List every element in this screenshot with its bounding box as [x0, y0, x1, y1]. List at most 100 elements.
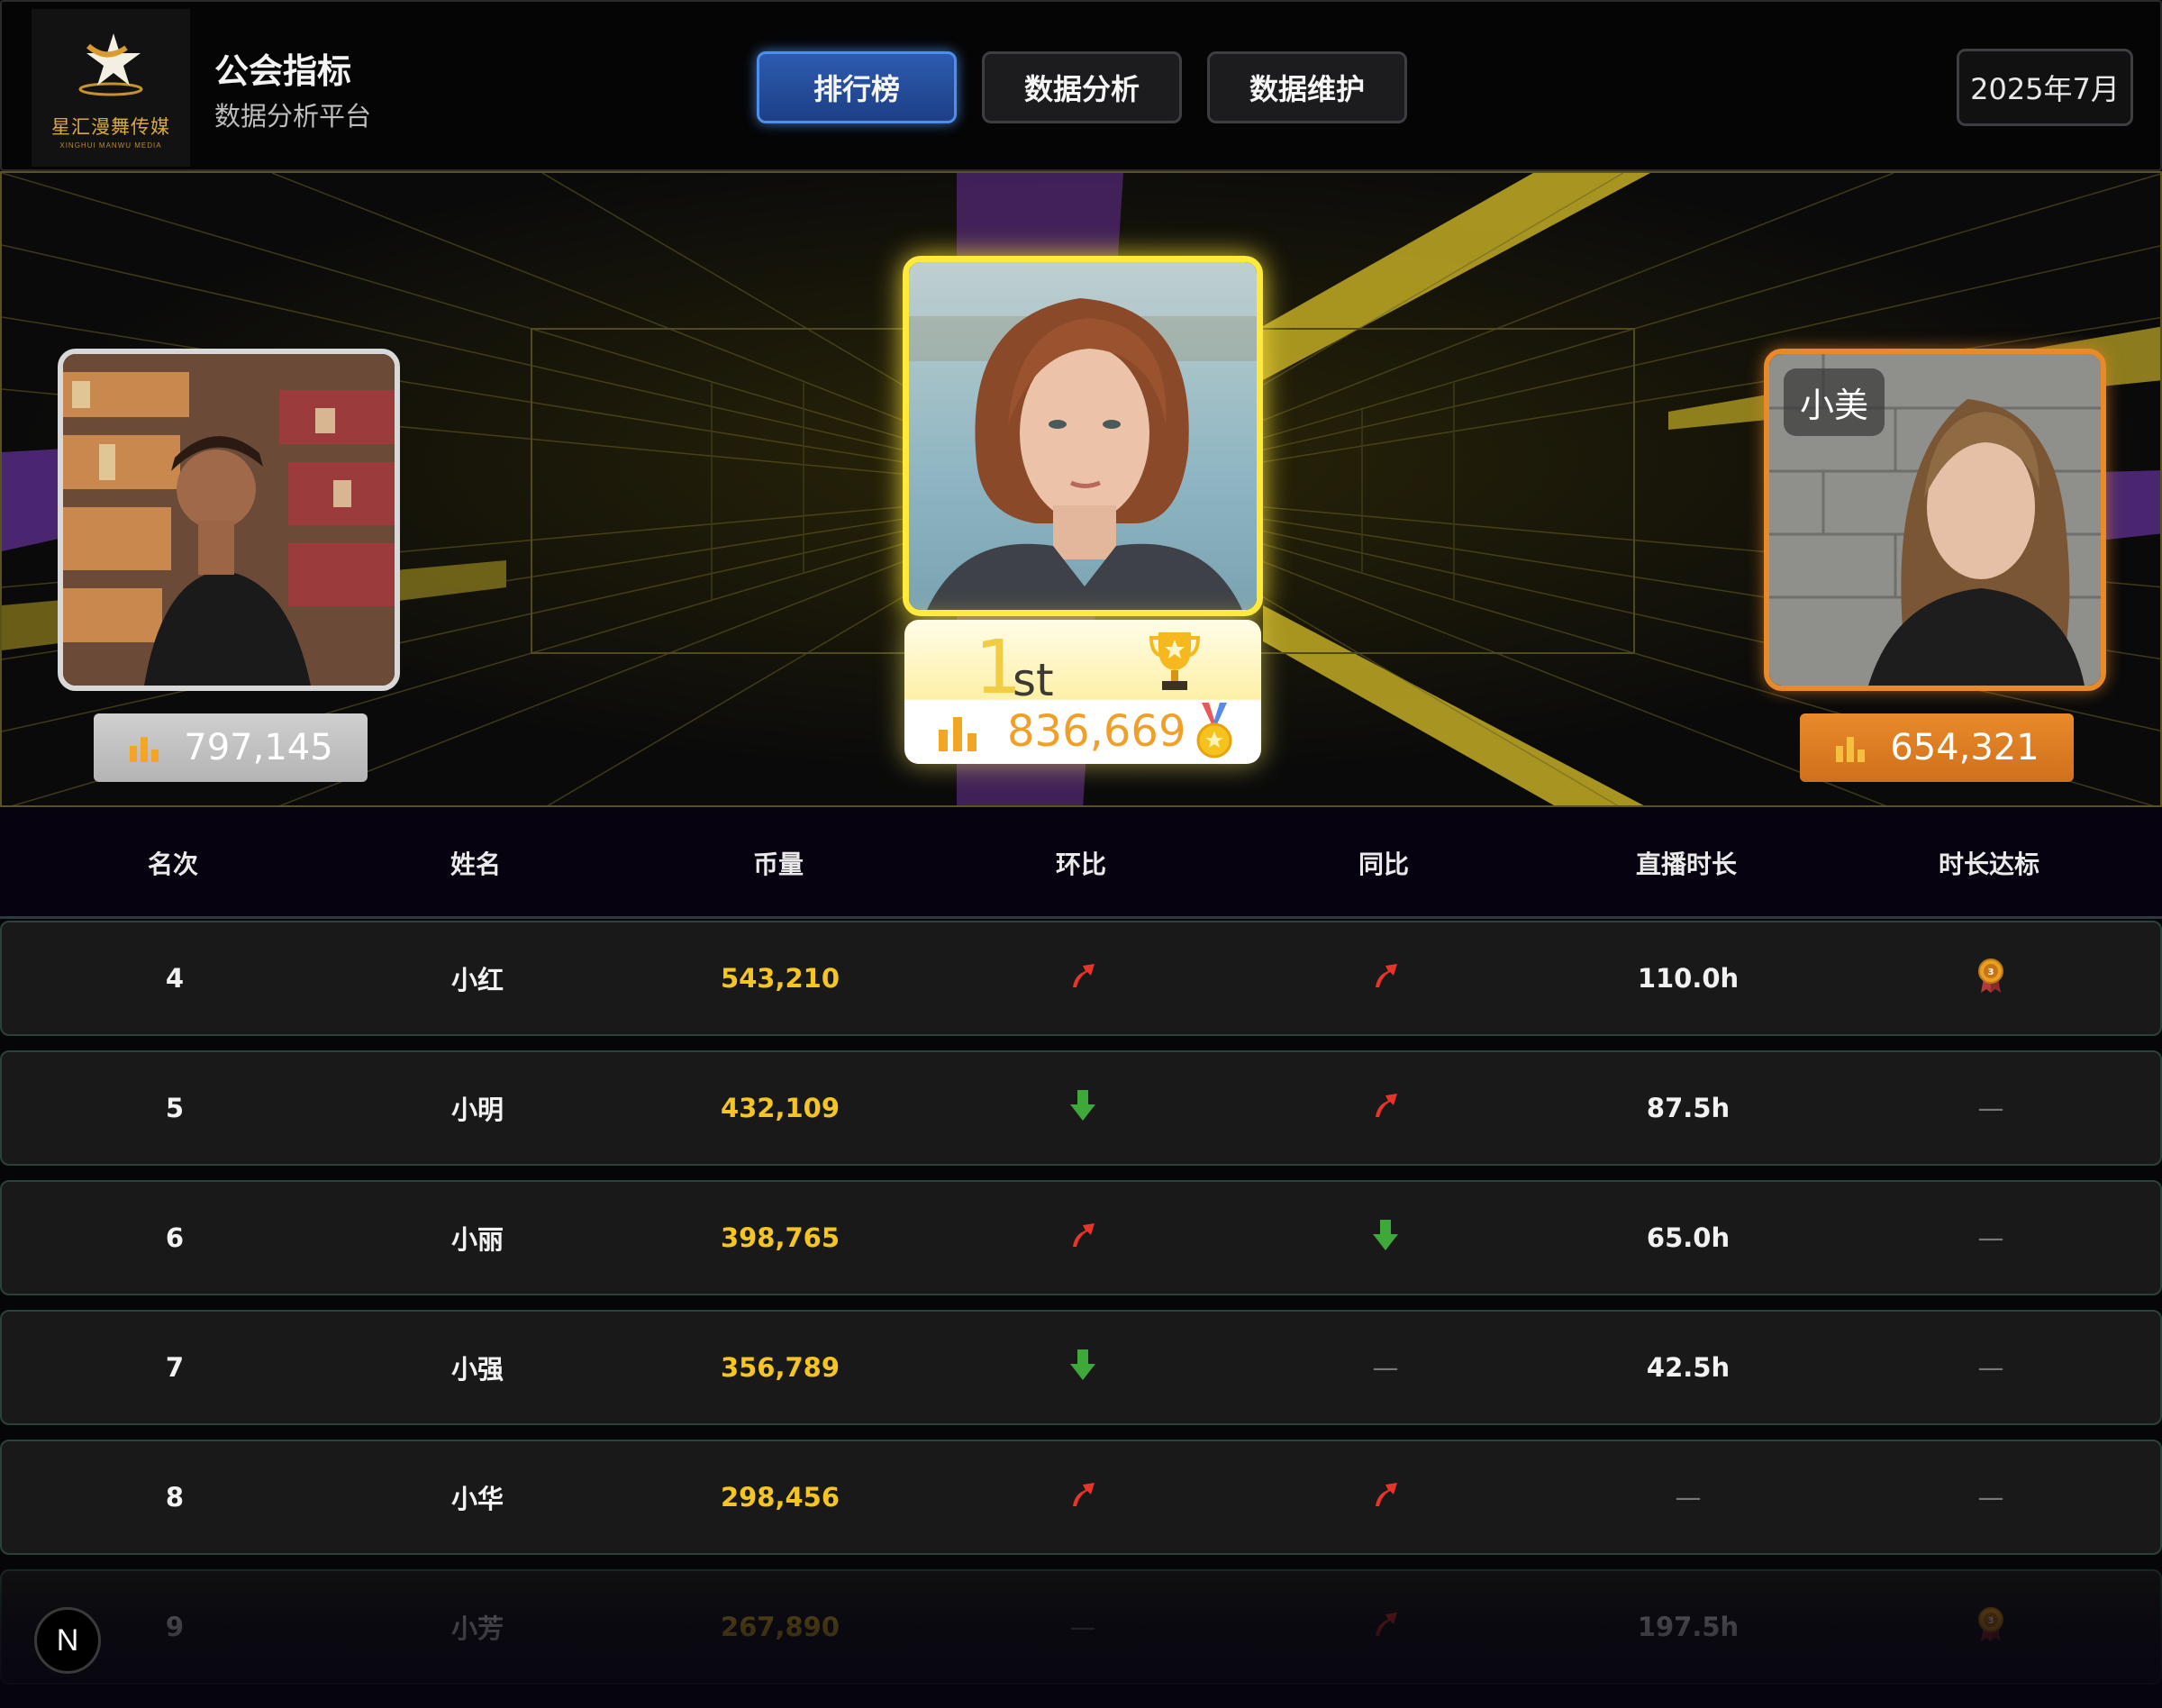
yoy-down-arrow-icon	[1370, 1218, 1401, 1258]
mom-cell	[931, 922, 1234, 1034]
gold-medal-icon	[1196, 703, 1232, 759]
mom-cell	[931, 1312, 1234, 1423]
name-cell: 小华	[450, 1484, 504, 1514]
dev-tools-badge[interactable]: N	[34, 1607, 101, 1674]
live-hours-cell: 42.5h	[1646, 1352, 1731, 1383]
bar-chart-icon	[1836, 737, 1866, 762]
yoy-cell	[1234, 1441, 1537, 1553]
table-row[interactable]: 8 小华 298,456 — —	[0, 1440, 2162, 1555]
mom-up-arrow-icon	[1067, 1220, 1098, 1257]
table-row[interactable]: 9 小芳 267,890—197.5h 3	[0, 1569, 2162, 1685]
column-header-live-hours: 直播时长	[1635, 849, 1737, 879]
first-place-rank-suffix: st	[1013, 654, 1054, 706]
month-selector[interactable]: 2025年7月	[1957, 49, 2133, 126]
app-title: 公会指标	[214, 51, 352, 91]
mom-cell: —	[1069, 1612, 1096, 1642]
yoy-cell	[1234, 922, 1537, 1034]
yoy-up-arrow-icon	[1370, 960, 1401, 997]
second-place-score-value: 797,145	[184, 727, 333, 768]
mom-down-arrow-icon	[1067, 1348, 1098, 1388]
hours-target-cell: 3	[1840, 922, 2142, 1034]
trophy-icon	[1149, 632, 1200, 690]
yoy-cell: —	[1372, 1352, 1399, 1383]
live-hours-cell: 110.0h	[1637, 963, 1740, 994]
first-place-photo	[909, 262, 1257, 610]
live-hours-cell: —	[1675, 1482, 1702, 1513]
yoy-cell	[1234, 1182, 1537, 1294]
podium-section: 797,145 1 st 836,669 小美 654,321	[0, 171, 2162, 807]
mom-down-arrow-icon	[1067, 1088, 1098, 1129]
coins-cell: 356,789	[720, 1352, 840, 1383]
coins-cell: 432,109	[720, 1093, 840, 1123]
company-logo: 星汇漫舞传媒 XINGHUI MANWU MEDIA	[32, 9, 190, 167]
table-row[interactable]: 6 小丽 398,765 65.0h —	[0, 1180, 2162, 1295]
yoy-up-arrow-icon	[1370, 1479, 1401, 1516]
app-subtitle: 数据分析平台	[214, 101, 372, 132]
name-cell: 小红	[450, 965, 504, 995]
column-header-name: 姓名	[450, 849, 501, 879]
first-place-card[interactable]	[903, 256, 1263, 616]
mom-cell	[931, 1182, 1234, 1294]
third-place-name-tag: 小美	[1784, 368, 1885, 436]
rank-cell: 6	[165, 1222, 185, 1253]
hours-target-medal-icon: 3	[1976, 957, 2006, 1001]
yoy-cell	[1234, 1571, 1537, 1683]
second-place-photo	[63, 354, 395, 686]
svg-text:3: 3	[1988, 1616, 1994, 1626]
hours-target-medal-icon: 3	[1976, 1605, 2006, 1649]
second-place-score: 797,145	[94, 713, 368, 782]
coins-cell: 543,210	[720, 963, 840, 994]
name-cell: 小芳	[450, 1613, 504, 1644]
name-cell: 小明	[450, 1095, 504, 1125]
hours-target-cell: —	[1977, 1482, 2004, 1513]
first-place-score-value: 836,669	[1007, 706, 1186, 757]
yoy-cell	[1234, 1052, 1537, 1164]
second-place-card[interactable]	[58, 349, 400, 691]
third-place-score: 654,321	[1800, 713, 2074, 782]
mom-up-arrow-icon	[1067, 1479, 1098, 1516]
column-header-hours-target: 时长达标	[1938, 849, 2039, 879]
hours-target-cell: —	[1977, 1222, 2004, 1253]
bar-chart-icon	[130, 737, 159, 762]
live-hours-cell: 197.5h	[1637, 1612, 1740, 1642]
third-place-card[interactable]: 小美	[1764, 349, 2106, 691]
hours-target-cell: —	[1977, 1352, 2004, 1383]
table-row[interactable]: 7 小强 356,789 — 42.5h —	[0, 1310, 2162, 1425]
hours-target-cell: 3	[1840, 1571, 2142, 1683]
column-header-rank: 名次	[147, 849, 198, 879]
mom-cell	[931, 1441, 1234, 1553]
coins-cell: 298,456	[720, 1482, 840, 1513]
logo-text: 星汇漫舞传媒	[51, 116, 170, 138]
live-hours-cell: 87.5h	[1646, 1093, 1731, 1123]
name-cell: 小丽	[450, 1224, 504, 1255]
star-logo-icon	[78, 33, 143, 96]
top-header: 星汇漫舞传媒 XINGHUI MANWU MEDIA 公会指标 数据分析平台 排…	[0, 0, 2162, 171]
logo-subtext: XINGHUI MANWU MEDIA	[59, 141, 162, 150]
svg-text:3: 3	[1988, 968, 1994, 977]
rank-cell: 4	[165, 963, 185, 994]
rank-cell: 5	[165, 1093, 185, 1123]
live-hours-cell: 65.0h	[1646, 1222, 1731, 1253]
first-place-plate: 1 st 836,669	[904, 620, 1261, 764]
name-cell: 小强	[450, 1354, 504, 1385]
rank-cell: 7	[165, 1352, 185, 1383]
bar-chart-icon	[939, 717, 977, 751]
nav-data-analysis-button[interactable]: 数据分析	[982, 51, 1182, 123]
column-header-yoy: 同比	[1358, 849, 1409, 879]
yoy-up-arrow-icon	[1370, 1090, 1401, 1127]
column-header-mom: 环比	[1055, 849, 1106, 879]
rank-cell: 8	[165, 1482, 185, 1513]
hours-target-cell: —	[1977, 1093, 2004, 1123]
coins-cell: 267,890	[720, 1612, 840, 1642]
third-place-score-value: 654,321	[1890, 727, 2039, 768]
mom-cell	[931, 1052, 1234, 1164]
table-row[interactable]: 5 小明 432,109 87.5h —	[0, 1050, 2162, 1166]
ranking-table-header: 名次 姓名 币量 环比 同比 直播时长 时长达标	[0, 807, 2162, 919]
nav-data-maintenance-button[interactable]: 数据维护	[1207, 51, 1407, 123]
yoy-up-arrow-icon	[1370, 1609, 1401, 1646]
column-header-coins: 币量	[752, 849, 804, 879]
nav-leaderboard-button[interactable]: 排行榜	[757, 51, 957, 123]
mom-up-arrow-icon	[1067, 960, 1098, 997]
coins-cell: 398,765	[720, 1222, 840, 1253]
table-row[interactable]: 4 小红 543,210 110.0h 3	[0, 921, 2162, 1036]
